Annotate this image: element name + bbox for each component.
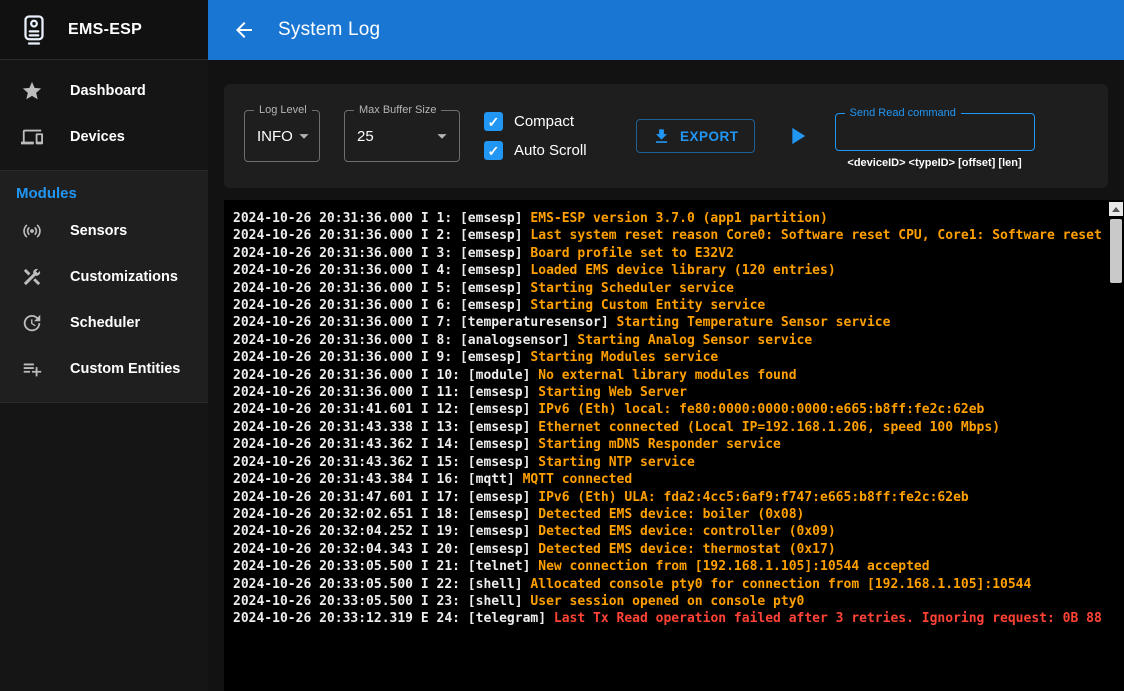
log-line: 2024-10-26 20:31:36.000 I 8: [analogsens…: [233, 332, 1106, 349]
log-line: 2024-10-26 20:31:43.362 I 14: [emsesp] S…: [233, 436, 1106, 453]
page-title: System Log: [278, 19, 380, 41]
system-log-output[interactable]: 2024-10-26 20:31:36.000 I 1: [emsesp] EM…: [224, 200, 1124, 691]
send-command-button[interactable]: [783, 122, 811, 150]
send-command-helper: <deviceID> <typeID> [offset] [len]: [835, 157, 1035, 169]
download-icon: [652, 127, 671, 146]
log-line: 2024-10-26 20:31:36.000 I 7: [temperatur…: [233, 314, 1106, 331]
sidebar-item-label: Devices: [70, 129, 125, 145]
log-line: 2024-10-26 20:31:43.384 I 16: [mqtt] MQT…: [233, 471, 1106, 488]
log-line: 2024-10-26 20:33:05.500 I 22: [shell] Al…: [233, 576, 1106, 593]
main-area: System Log Log Level INFO Max Buffer Siz…: [208, 0, 1124, 691]
checkbox-checked-icon: [484, 141, 503, 160]
sidebar-item-label: Custom Entities: [70, 361, 180, 377]
compact-checkbox-label: Compact: [514, 113, 574, 130]
max-buffer-size-value: 25: [357, 128, 374, 145]
log-line: 2024-10-26 20:31:36.000 I 10: [module] N…: [233, 367, 1106, 384]
clock-update-icon: [20, 311, 44, 335]
tools-icon: [20, 265, 44, 289]
log-line: 2024-10-26 20:31:47.601 I 17: [emsesp] I…: [233, 489, 1106, 506]
sidebar-nav-modules: Sensors Customizations Scheduler Custom Ent…: [0, 208, 208, 392]
modules-section: Modules Sensors Customizations Scheduler Cu…: [0, 170, 208, 403]
log-line: 2024-10-26 20:33:05.500 I 23: [shell] Us…: [233, 593, 1106, 610]
sidebar-item-label: Sensors: [70, 223, 127, 239]
auto-scroll-checkbox-label: Auto Scroll: [514, 142, 587, 159]
checkbox-group: Compact Auto Scroll: [484, 112, 612, 160]
app-title: EMS-ESP: [68, 21, 142, 39]
max-buffer-size-label: Max Buffer Size: [354, 104, 441, 116]
sidebar-item-label: Dashboard: [70, 83, 146, 99]
log-line: 2024-10-26 20:31:43.338 I 13: [emsesp] E…: [233, 419, 1106, 436]
log-line: 2024-10-26 20:32:04.343 I 20: [emsesp] D…: [233, 541, 1106, 558]
log-level-value: INFO: [257, 128, 293, 145]
export-button-label: EXPORT: [680, 129, 739, 144]
log-line: 2024-10-26 20:33:05.500 I 21: [telnet] N…: [233, 558, 1106, 575]
log-settings-card: Log Level INFO Max Buffer Size 25: [224, 84, 1108, 188]
sidebar-item-label: Customizations: [70, 269, 178, 285]
log-line: 2024-10-26 20:32:02.651 I 18: [emsesp] D…: [233, 506, 1106, 523]
sidebar-item-dashboard[interactable]: Dashboard: [0, 68, 208, 114]
sidebar: EMS-ESP Dashboard Devices Modules Sensors…: [0, 0, 208, 691]
devices-icon: [20, 125, 44, 149]
back-button[interactable]: [228, 14, 260, 46]
app-brand: EMS-ESP: [0, 0, 208, 60]
export-button[interactable]: EXPORT: [636, 119, 755, 153]
log-scrollbar[interactable]: [1108, 200, 1124, 691]
playlist-add-icon: [20, 357, 44, 381]
sidebar-item-custom-entities[interactable]: Custom Entities: [0, 346, 208, 392]
max-buffer-size-select[interactable]: Max Buffer Size 25: [344, 110, 460, 162]
log-level-label: Log Level: [254, 104, 312, 116]
log-line: 2024-10-26 20:31:36.000 I 1: [emsesp] EM…: [233, 210, 1106, 227]
appbar: System Log: [208, 0, 1124, 60]
log-line: 2024-10-26 20:31:43.362 I 15: [emsesp] S…: [233, 454, 1106, 471]
sidebar-nav-main: Dashboard Devices: [0, 60, 208, 162]
star-icon: [20, 79, 44, 103]
send-command-field: Send Read command <deviceID> <typeID> [o…: [835, 113, 1035, 169]
sidebar-item-label: Scheduler: [70, 315, 140, 331]
log-lines: 2024-10-26 20:31:36.000 I 1: [emsesp] EM…: [233, 210, 1106, 681]
log-line: 2024-10-26 20:31:36.000 I 5: [emsesp] St…: [233, 280, 1106, 297]
modules-section-label: Modules: [0, 171, 208, 208]
content: Log Level INFO Max Buffer Size 25: [208, 60, 1124, 691]
send-read-command-input-wrap: Send Read command: [835, 113, 1035, 151]
send-read-command-input[interactable]: [836, 114, 1034, 150]
checkbox-checked-icon: [484, 112, 503, 131]
log-line: 2024-10-26 20:31:36.000 I 11: [emsesp] S…: [233, 384, 1106, 401]
chevron-down-icon: [431, 125, 453, 147]
log-line: 2024-10-26 20:31:36.000 I 9: [emsesp] St…: [233, 349, 1106, 366]
auto-scroll-checkbox[interactable]: Auto Scroll: [484, 141, 612, 160]
scrollbar-thumb[interactable]: [1110, 219, 1122, 283]
log-line: 2024-10-26 20:31:36.000 I 2: [emsesp] La…: [233, 227, 1106, 244]
sidebar-item-scheduler[interactable]: Scheduler: [0, 300, 208, 346]
log-line: 2024-10-26 20:31:36.000 I 6: [emsesp] St…: [233, 297, 1106, 314]
scrollbar-up-button[interactable]: [1109, 202, 1123, 216]
log-line: 2024-10-26 20:33:12.319 E 24: [telegram]…: [233, 610, 1106, 627]
compact-checkbox[interactable]: Compact: [484, 112, 612, 131]
app-root: EMS-ESP Dashboard Devices Modules Sensors…: [0, 0, 1124, 691]
log-line: 2024-10-26 20:32:04.252 I 19: [emsesp] D…: [233, 523, 1106, 540]
log-level-select[interactable]: Log Level INFO: [244, 110, 320, 162]
log-line: 2024-10-26 20:31:36.000 I 4: [emsesp] Lo…: [233, 262, 1106, 279]
ems-esp-logo-icon: [16, 12, 52, 48]
send-read-command-label: Send Read command: [845, 107, 961, 119]
sidebar-item-sensors[interactable]: Sensors: [0, 208, 208, 254]
sidebar-item-devices[interactable]: Devices: [0, 114, 208, 160]
log-line: 2024-10-26 20:31:41.601 I 12: [emsesp] I…: [233, 401, 1106, 418]
arrow-back-icon: [232, 18, 256, 42]
chevron-down-icon: [293, 125, 315, 147]
play-arrow-icon: [783, 122, 811, 150]
log-line: 2024-10-26 20:31:36.000 I 3: [emsesp] Bo…: [233, 245, 1106, 262]
sidebar-item-customizations[interactable]: Customizations: [0, 254, 208, 300]
sensors-icon: [20, 219, 44, 243]
